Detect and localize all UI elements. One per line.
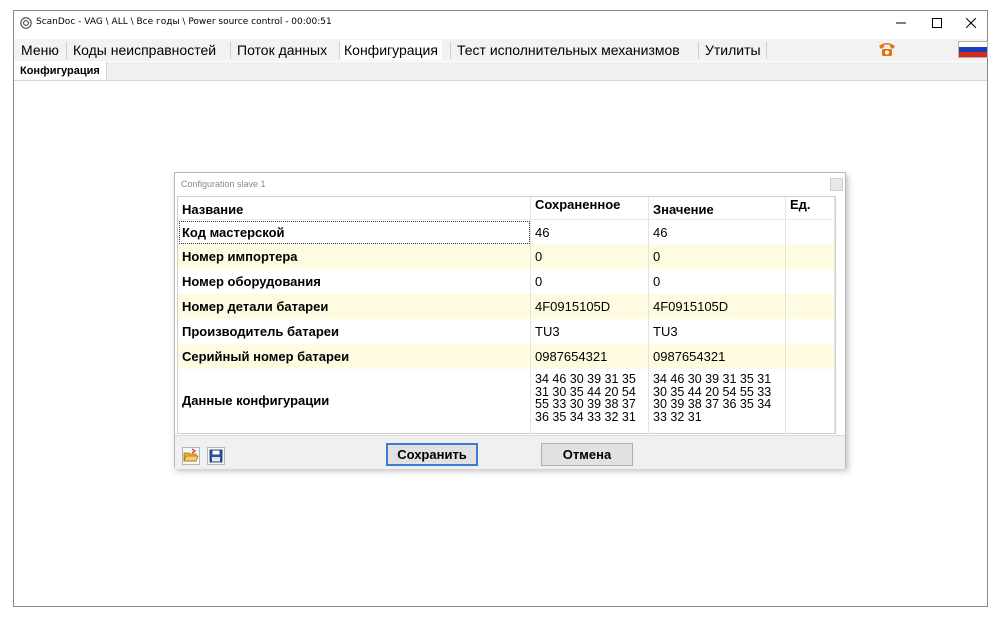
- close-button[interactable]: [953, 11, 989, 36]
- open-file-button[interactable]: [182, 447, 200, 465]
- sub-tab-bar: Конфигурация: [14, 62, 987, 81]
- row-saved-value: TU3: [531, 319, 649, 344]
- window-title: ScanDoc - VAG \ ALL \ Все годы \ Power s…: [36, 17, 332, 27]
- column-header-name[interactable]: Название: [178, 197, 531, 219]
- row-current-value[interactable]: 46: [649, 220, 786, 245]
- cancel-button[interactable]: Отмена: [541, 443, 633, 466]
- menu-item-menu[interactable]: Меню: [17, 40, 63, 60]
- row-current-value[interactable]: 4F0915105D: [649, 294, 786, 319]
- tab-configuration[interactable]: Конфигурация: [14, 62, 107, 80]
- menu-item-fault-codes[interactable]: Коды неисправностей: [69, 40, 220, 60]
- maximize-button[interactable]: [919, 11, 955, 36]
- configuration-dialog: Configuration slave 1 Название Сохраненн…: [174, 172, 846, 469]
- table-row[interactable]: Номер детали батареи 4F0915105D 4F091510…: [178, 294, 835, 319]
- save-button[interactable]: Сохранить: [386, 443, 478, 466]
- row-saved-value: 4F0915105D: [531, 294, 649, 319]
- row-unit: [786, 319, 835, 344]
- phone-icon[interactable]: [877, 40, 897, 58]
- maximize-icon: [932, 18, 942, 28]
- menu-bar: Меню Коды неисправностей Поток данных Ко…: [14, 39, 987, 61]
- table-header: Название Сохраненное Значение Ед.: [178, 197, 835, 219]
- dialog-footer: Сохранить Отмена: [175, 435, 845, 469]
- column-header-value[interactable]: Значение: [649, 197, 786, 219]
- row-name: Данные конфигурации: [178, 369, 531, 433]
- russian-flag-icon[interactable]: [958, 41, 988, 58]
- column-header-unit[interactable]: Ед.: [786, 197, 835, 219]
- row-saved-value: 34 46 30 39 31 35 31 30 35 44 20 54 55 3…: [531, 369, 649, 433]
- menu-separator: [66, 42, 67, 59]
- row-unit: [786, 244, 835, 269]
- dialog-close-button[interactable]: [830, 178, 843, 191]
- app-icon: [20, 17, 32, 29]
- row-current-value[interactable]: 34 46 30 39 31 35 31 30 35 44 20 54 55 3…: [649, 369, 786, 433]
- row-current-value[interactable]: 0: [649, 269, 786, 294]
- row-unit: [786, 220, 835, 245]
- table-row[interactable]: Номер оборудования 0 0: [178, 269, 835, 294]
- minimize-icon: [896, 22, 906, 24]
- table-row[interactable]: Номер импортера 0 0: [178, 244, 835, 269]
- menu-item-configuration[interactable]: Конфигурация: [340, 40, 442, 60]
- save-file-button[interactable]: [207, 447, 225, 465]
- row-saved-value: 0987654321: [531, 344, 649, 369]
- title-bar: ScanDoc - VAG \ ALL \ Все годы \ Power s…: [14, 11, 987, 36]
- row-name: Номер детали батареи: [178, 294, 531, 319]
- row-unit: [786, 269, 835, 294]
- table-row[interactable]: Данные конфигурации 34 46 30 39 31 35 31…: [178, 369, 835, 433]
- row-current-value[interactable]: TU3: [649, 319, 786, 344]
- row-unit: [786, 369, 835, 433]
- row-name: Номер импортера: [178, 244, 531, 269]
- minimize-button[interactable]: [883, 11, 919, 36]
- menu-separator: [230, 42, 231, 59]
- close-icon: [965, 17, 977, 29]
- configuration-table: Название Сохраненное Значение Ед. Код ма…: [177, 196, 836, 434]
- row-saved-value: 0: [531, 269, 649, 294]
- table-row[interactable]: Серийный номер батареи 0987654321 098765…: [178, 344, 835, 369]
- row-unit: [786, 344, 835, 369]
- row-name: Производитель батареи: [178, 319, 531, 344]
- open-folder-icon: [183, 448, 199, 462]
- menu-separator: [766, 42, 767, 59]
- table-row[interactable]: Код мастерской 46 46: [178, 219, 835, 245]
- row-saved-value: 46: [531, 220, 649, 245]
- row-name: Номер оборудования: [178, 269, 531, 294]
- menu-separator: [450, 42, 451, 59]
- menu-item-actuator-test[interactable]: Тест исполнительных механизмов: [453, 40, 684, 60]
- dialog-title: Configuration slave 1: [181, 179, 266, 189]
- table-row[interactable]: Производитель батареи TU3 TU3: [178, 319, 835, 344]
- save-disk-icon: [209, 449, 223, 463]
- menu-item-data-stream[interactable]: Поток данных: [233, 40, 331, 60]
- row-unit: [786, 294, 835, 319]
- row-name: Код мастерской: [178, 220, 531, 245]
- row-saved-value: 0: [531, 244, 649, 269]
- column-header-saved[interactable]: Сохраненное: [531, 197, 649, 219]
- row-current-value[interactable]: 0987654321: [649, 344, 786, 369]
- menu-separator: [698, 42, 699, 59]
- row-name: Серийный номер батареи: [178, 344, 531, 369]
- menu-item-utilities[interactable]: Утилиты: [701, 40, 765, 60]
- row-current-value[interactable]: 0: [649, 244, 786, 269]
